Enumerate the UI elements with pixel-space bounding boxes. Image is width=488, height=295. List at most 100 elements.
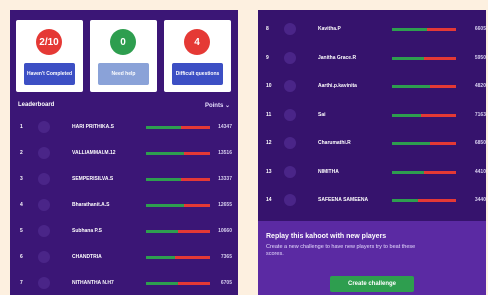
stat-card-not-completed[interactable]: 2/10 Haven't Completed [16, 20, 83, 92]
player-name: HARI PRITHIKA.S [72, 124, 114, 130]
right-panel: 8 Kavitha.P 6605 9 Janitha Grace.R 5950 10 Aart… [258, 10, 486, 295]
player-name: Charumathi.R [318, 140, 351, 146]
progress-fill [392, 85, 431, 88]
rank-number: 11 [266, 111, 272, 118]
progress-bar [146, 282, 210, 285]
player-name: Subhana P.S [72, 228, 102, 234]
leaderboard-row[interactable]: 12 Charumathi.R 6850 [262, 132, 486, 154]
avatar [284, 23, 296, 35]
progress-fill [146, 178, 182, 181]
leaderboard-row[interactable]: 9 Janitha Grace.R 5950 [262, 47, 486, 69]
player-name: NIMITHA [318, 168, 339, 175]
rank-number: 6 [20, 254, 23, 260]
progress-bar [146, 230, 210, 233]
player-score: 7163 [474, 111, 486, 118]
replay-title: Replay this kahoot with new players [266, 233, 387, 240]
stat-label: Haven't Completed [24, 63, 75, 85]
progress-bar [146, 204, 210, 207]
rank-number: 10 [266, 83, 272, 89]
player-name: NITHANTHA N.H7 [72, 280, 114, 286]
leaderboard-row[interactable]: 7 NITHANTHA N.H7 6705 [16, 272, 232, 294]
rank-number: 9 [266, 54, 269, 61]
avatar [284, 165, 296, 178]
progress-fill [146, 204, 185, 207]
avatar [284, 80, 296, 92]
player-score: 6850 [474, 140, 486, 146]
player-score: 6705 [220, 280, 232, 286]
progress-bar [392, 85, 456, 88]
progress-bar [392, 142, 456, 145]
progress-fill [146, 152, 185, 155]
leaderboard-row[interactable]: 6 CHANDTRIA 7365 [16, 246, 232, 268]
avatar [38, 173, 50, 185]
leaderboard-row[interactable]: 2 VALLIAMMAI.M.12 13516 [16, 142, 232, 164]
player-score: 4820 [474, 83, 486, 89]
progress-bar [146, 256, 210, 259]
leaderboard-row[interactable]: 11 Sai 7163 [262, 104, 486, 126]
rank-number: 5 [20, 228, 23, 234]
avatar [38, 277, 50, 289]
leaderboard-row[interactable]: 14 SAFEENA SAMEENA 3440 [262, 189, 486, 211]
rank-number: 1 [20, 124, 23, 130]
avatar [38, 121, 50, 133]
player-score: 13516 [218, 150, 232, 156]
avatar [38, 251, 50, 263]
stat-card-need-help[interactable]: 0 Need help [90, 20, 157, 92]
replay-description: Create a new challenge to have new playe… [266, 244, 416, 257]
leaderboard-row[interactable]: 10 Aarthi.p.kavinita 4820 [262, 75, 486, 97]
player-score: 7365 [220, 254, 232, 260]
player-name: Sai [318, 111, 326, 118]
rank-number: 4 [20, 202, 23, 208]
stat-circle: 0 [110, 29, 136, 55]
stat-circle: 4 [184, 29, 210, 55]
progress-bar [146, 152, 210, 155]
avatar [284, 137, 296, 149]
player-score: 10660 [218, 228, 232, 234]
player-score: 13337 [218, 176, 232, 182]
replay-section: Replay this kahoot with new players Crea… [258, 221, 486, 295]
player-score: 12655 [218, 202, 232, 208]
create-challenge-button[interactable]: Create challenge [330, 276, 414, 292]
progress-fill [146, 256, 175, 259]
leaderboard-title: Leaderboard [18, 102, 55, 108]
leaderboard-row[interactable]: 8 Kavitha.P 6605 [262, 18, 486, 40]
stats-cards: 2/10 Haven't Completed 0 Need help 4 Dif… [16, 20, 232, 92]
rank-number: 7 [20, 280, 23, 286]
progress-fill [392, 142, 431, 145]
avatar [284, 194, 296, 206]
leaderboard-row[interactable]: 4 Bharathanit.A.S 12655 [16, 194, 232, 216]
stat-card-difficult-questions[interactable]: 4 Difficult questions [164, 20, 231, 92]
progress-fill [392, 28, 428, 31]
leaderboard-row[interactable]: 3 SEMPERISILVA.S 13337 [16, 168, 232, 190]
sort-dropdown[interactable]: Points ⌄ [205, 102, 230, 109]
progress-fill [392, 199, 418, 202]
player-name: Bharathanit.A.S [72, 202, 110, 208]
rank-number: 2 [20, 150, 23, 156]
player-score: 6605 [474, 26, 486, 32]
rank-number: 13 [266, 168, 272, 175]
avatar [284, 51, 296, 64]
stat-label: Need help [98, 63, 149, 85]
progress-bar [392, 28, 456, 31]
left-panel: 2/10 Haven't Completed 0 Need help 4 Dif… [10, 10, 238, 295]
player-name: Kavitha.P [318, 26, 341, 32]
player-name: SAFEENA SAMEENA [318, 197, 369, 203]
progress-bar [146, 178, 210, 181]
leaderboard-row[interactable]: 13 NIMITHA 4410 [262, 161, 486, 183]
player-name: Aarthi.p.kavinita [318, 83, 357, 89]
rank-number: 3 [20, 176, 23, 182]
rank-number: 8 [266, 26, 269, 32]
progress-bar [146, 126, 210, 129]
player-name: CHANDTRIA [72, 254, 102, 260]
player-score: 14347 [218, 124, 232, 130]
progress-fill [146, 282, 178, 285]
player-name: Janitha Grace.R [318, 54, 357, 61]
progress-fill [392, 113, 421, 117]
player-name: SEMPERISILVA.S [72, 176, 114, 182]
stat-label: Difficult questions [172, 63, 223, 85]
leaderboard-row[interactable]: 1 HARI PRITHIKA.S 14347 [16, 116, 232, 138]
leaderboard-row[interactable]: 5 Subhana P.S 10660 [16, 220, 232, 242]
player-score: 5950 [474, 54, 486, 61]
progress-bar [392, 199, 456, 202]
rank-number: 14 [266, 197, 272, 203]
